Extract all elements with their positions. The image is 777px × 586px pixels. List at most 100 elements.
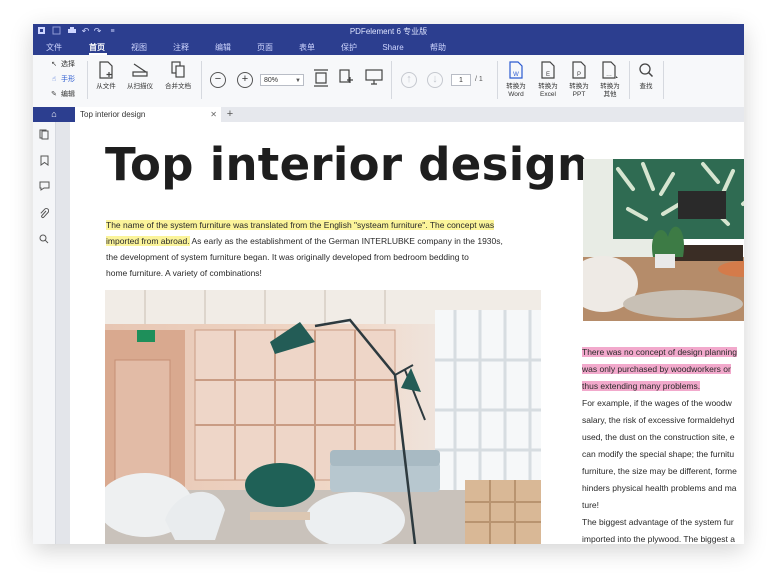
page-number-input[interactable]: 1 <box>451 74 471 86</box>
intro-line-4: home furniture. A variety of combination… <box>106 268 262 278</box>
menu-form[interactable]: 表单 <box>290 40 324 55</box>
tab-document[interactable]: Top interior design ✕ <box>75 107 221 122</box>
zoom-in-icon[interactable]: + <box>237 72 253 88</box>
interior-photo-side <box>583 159 744 321</box>
menu-file[interactable]: 文件 <box>37 40 71 55</box>
convert-word-label: 转换为 <box>506 83 526 90</box>
convert-other-label: 转换为 <box>600 83 620 90</box>
right-text-span: used, the dust on the construction site,… <box>582 432 735 442</box>
divider <box>497 61 498 99</box>
add-tab-icon[interactable]: + <box>224 107 236 122</box>
comment-icon[interactable] <box>38 181 50 193</box>
intro-line-3: the development of system furniture bega… <box>106 252 469 262</box>
intro-line-1: The name of the system furniture was tra… <box>106 217 495 233</box>
svg-text:E: E <box>546 72 550 78</box>
divider <box>87 61 88 99</box>
menu-comment[interactable]: 注释 <box>164 40 198 55</box>
right-text-line: There was no concept of design planning <box>582 344 737 361</box>
svg-text:W: W <box>513 72 519 78</box>
right-text-span: imported into the plywood. The biggest a <box>582 534 735 544</box>
document-canvas[interactable]: Top interior design The name of the syst… <box>56 122 744 544</box>
right-text-span: can modify the special shape; the furnit… <box>582 449 735 459</box>
right-text-span: hinders physical health problems and ma <box>582 483 737 493</box>
fit-width-icon[interactable] <box>311 69 331 89</box>
divider <box>201 61 202 99</box>
convert-excel-label: 转换为 <box>538 83 558 90</box>
convert-ppt-button[interactable]: P 转换为 PPT <box>562 61 596 99</box>
convert-word-button[interactable]: W 转换为 Word <box>499 61 533 99</box>
search-label: 查找 <box>639 83 653 90</box>
svg-text:…: … <box>606 72 612 78</box>
right-text-span: furniture, the size may be different, fo… <box>582 466 737 476</box>
zoom-select[interactable]: 80% ▼ <box>260 74 304 86</box>
combine-label: 合并文档 <box>165 83 191 90</box>
svg-text:P: P <box>577 72 581 78</box>
intro-text: As early as the establishment of the Ger… <box>189 236 503 246</box>
highlight-pink[interactable]: There was no concept of design planning <box>582 347 737 357</box>
edit-mode-button[interactable]: ✎ 编辑 <box>49 89 75 101</box>
zoom-out-icon[interactable]: − <box>210 72 226 88</box>
divider <box>663 61 664 99</box>
right-text-line: hinders physical health problems and ma <box>582 480 737 497</box>
excel-file-icon: E <box>531 61 565 83</box>
attachment-icon[interactable] <box>38 208 50 220</box>
bookmark-icon[interactable] <box>38 155 50 167</box>
chevron-down-icon: ▼ <box>295 78 301 84</box>
right-text-span: For example, if the wages of the woodw <box>582 398 732 408</box>
hand-icon: ☝ <box>51 76 57 83</box>
convert-word-format: Word <box>508 91 524 98</box>
divider <box>391 61 392 99</box>
from-scanner-label: 从扫描仪 <box>127 83 153 90</box>
document-tab-bar: ⌂ Top interior design ✕ + <box>33 107 744 123</box>
convert-other-format: 其他 <box>603 91 617 98</box>
combine-button[interactable]: 合并文档 <box>161 61 195 91</box>
menu-help[interactable]: 帮助 <box>421 40 455 55</box>
app-title: PDFelement 6 专业版 <box>349 27 428 36</box>
next-page-icon[interactable]: ↓ <box>427 72 443 88</box>
hand-mode-button[interactable]: ☝ 手形 <box>49 74 75 86</box>
right-text-line: For example, if the wages of the woodw <box>582 395 732 412</box>
menu-page[interactable]: 页面 <box>248 40 282 55</box>
menu-bar: 文件 首页 视图 注释 编辑 页面 表单 保护 Share 帮助 <box>33 40 744 55</box>
convert-ppt-format: PPT <box>572 91 586 98</box>
prev-page-icon[interactable]: ↑ <box>401 72 417 88</box>
menu-share[interactable]: Share <box>376 40 410 55</box>
search-icon[interactable] <box>38 234 50 246</box>
convert-excel-format: Excel <box>540 91 556 98</box>
thumbnails-icon[interactable] <box>38 129 50 141</box>
right-text-line: was only purchased by woodworkers or <box>582 361 731 378</box>
highlight-pink[interactable]: was only purchased by woodworkers or <box>582 364 731 374</box>
presentation-icon[interactable] <box>364 69 384 89</box>
menu-protect[interactable]: 保护 <box>332 40 366 55</box>
menu-view[interactable]: 视图 <box>122 40 156 55</box>
right-text-span: The biggest advantage of the system fur <box>582 517 734 527</box>
home-icon: ⌂ <box>51 109 57 119</box>
page-title: Top interior design <box>105 138 590 191</box>
search-button[interactable]: 查找 <box>629 61 663 91</box>
tab-document-label: Top interior design <box>80 110 146 119</box>
combine-icon <box>161 61 195 83</box>
intro-line-2: imported from abroad. As early as the es… <box>106 233 503 249</box>
convert-other-button[interactable]: … 转换为 其他 <box>593 61 627 99</box>
app-window: ↶ ↷ ≡ PDFelement 6 专业版 文件 首页 视图 注释 编辑 页面… <box>33 24 744 544</box>
right-text-line: salary, the risk of excessive formaldehy… <box>582 412 734 429</box>
menu-edit[interactable]: 编辑 <box>206 40 240 55</box>
right-text-span: ture! <box>582 500 600 510</box>
interior-photo-main <box>105 290 541 544</box>
from-file-label: 从文件 <box>96 83 116 90</box>
right-text-line: can modify the special shape; the furnit… <box>582 446 734 463</box>
highlight-yellow[interactable]: imported from abroad. <box>106 236 190 246</box>
convert-excel-button[interactable]: E 转换为 Excel <box>531 61 565 99</box>
home-tab[interactable]: ⌂ <box>33 107 75 122</box>
hand-mode-label: 手形 <box>61 76 75 83</box>
page-total: / 1 <box>475 76 483 83</box>
right-text-line: The biggest advantage of the system fur <box>582 514 734 531</box>
select-mode-button[interactable]: ↖ 选择 <box>49 59 75 71</box>
highlight-yellow[interactable]: The name of the system furniture was tra… <box>106 220 495 230</box>
close-icon[interactable]: ✕ <box>210 107 217 122</box>
from-scanner-button[interactable]: 从扫描仪 <box>123 61 157 91</box>
fit-page-icon[interactable] <box>336 69 356 89</box>
highlight-pink[interactable]: thus extending many problems. <box>582 381 701 391</box>
ribbon-toolbar: ↖ 选择 ☝ 手形 ✎ 编辑 从文件 从扫描仪 合并文档 − + 80% ▼ ↑… <box>33 55 744 108</box>
from-file-button[interactable]: 从文件 <box>89 61 123 91</box>
